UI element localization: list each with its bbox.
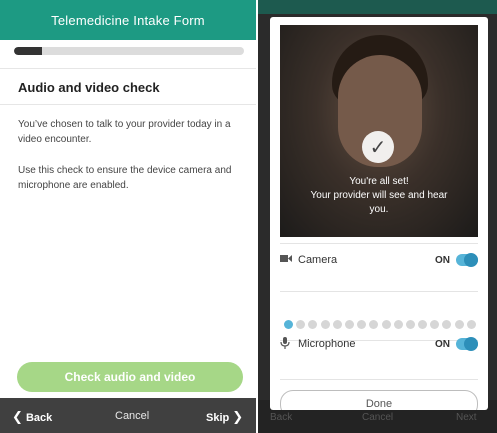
microphone-icon xyxy=(280,336,298,352)
camera-toggle[interactable] xyxy=(456,253,478,267)
camera-label: Camera xyxy=(298,254,338,266)
microphone-label: Microphone xyxy=(298,338,356,350)
divider xyxy=(280,291,478,292)
toggle-knob xyxy=(464,253,478,267)
mic-level-dot xyxy=(405,319,415,329)
mic-level-dot xyxy=(442,319,452,329)
mic-level-dot xyxy=(466,319,476,329)
mic-level-dot xyxy=(454,319,464,329)
dimmed-header xyxy=(258,0,497,14)
chevron-right-icon: ❯ xyxy=(232,409,244,424)
dimmed-cancel-label: Cancel xyxy=(362,412,394,423)
camera-preview: ✓ You're all set! Your provider will see… xyxy=(280,25,478,237)
status-line-1: You're all set! xyxy=(349,176,409,187)
video-camera-icon xyxy=(280,254,298,266)
done-button[interactable]: Done xyxy=(280,390,478,410)
mic-level-dot xyxy=(418,319,428,329)
header-title: Telemedicine Intake Form xyxy=(51,12,205,28)
progress-bar xyxy=(14,47,244,55)
mic-level-dot xyxy=(320,319,330,329)
mic-level-dot xyxy=(308,319,318,329)
mic-level-dot xyxy=(296,319,306,329)
mic-level-dot xyxy=(332,319,342,329)
microphone-toggle[interactable] xyxy=(456,337,478,351)
microphone-row: Microphone ON xyxy=(280,329,478,359)
instruction-paragraph: Use this check to ensure the device came… xyxy=(18,165,232,191)
app-header: Telemedicine Intake Form xyxy=(0,0,256,40)
checkmark-icon: ✓ xyxy=(362,131,394,163)
status-line-2: Your provider will see and hear xyxy=(310,190,448,201)
check-audio-video-button[interactable]: Check audio and video xyxy=(17,362,243,392)
mic-level-meter xyxy=(284,319,476,329)
mic-level-dot xyxy=(430,319,440,329)
intro-paragraph: You’ve chosen to talk to your provider t… xyxy=(18,119,231,145)
chevron-left-icon: ❮ xyxy=(12,409,23,424)
mic-level-dot xyxy=(357,319,367,329)
intake-form-screen: Telemedicine Intake Form Audio and video… xyxy=(0,0,256,433)
microphone-state: ON xyxy=(435,338,450,350)
divider xyxy=(280,243,478,244)
av-check-modal: ✓ You're all set! Your provider will see… xyxy=(270,17,488,410)
mic-level-dot xyxy=(369,319,379,329)
section-title: Audio and video check xyxy=(18,80,160,95)
mic-level-dot xyxy=(393,319,403,329)
divider xyxy=(0,104,256,105)
mic-level-dot xyxy=(381,319,391,329)
footer-nav: ❮ Back Cancel Skip ❯ xyxy=(0,398,256,433)
toggle-knob xyxy=(464,337,478,351)
camera-state: ON xyxy=(435,254,450,266)
mic-level-dot xyxy=(284,319,293,329)
back-button[interactable]: ❮ Back xyxy=(12,409,52,425)
progress-bar-fill xyxy=(14,47,42,55)
status-line-3: you. xyxy=(369,204,389,215)
divider xyxy=(0,68,256,69)
dimmed-next-label: Next xyxy=(456,412,477,423)
camera-row: Camera ON xyxy=(280,245,478,275)
skip-button[interactable]: Skip ❯ xyxy=(206,409,243,425)
dimmed-back-label: Back xyxy=(270,412,293,423)
mic-level-dot xyxy=(344,319,354,329)
cancel-button[interactable]: Cancel xyxy=(115,410,149,422)
divider xyxy=(280,379,478,380)
